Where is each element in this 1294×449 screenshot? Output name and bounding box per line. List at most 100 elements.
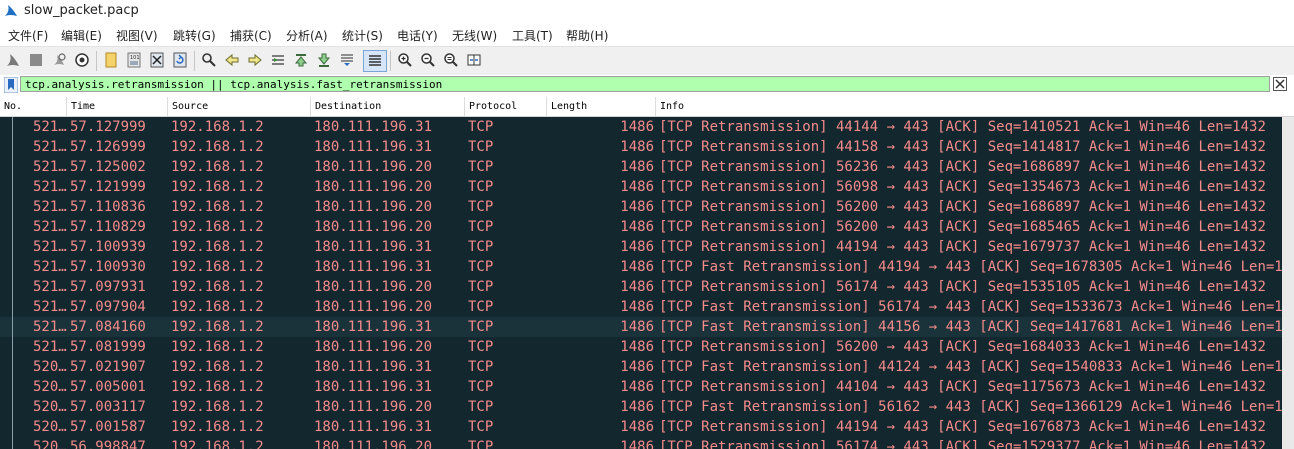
- packet-destination: 180.111.196.20: [314, 399, 433, 415]
- packet-destination: 180.111.196.20: [314, 179, 433, 195]
- menu-tools[interactable]: 工具(T): [512, 27, 553, 44]
- go-forward-icon[interactable]: [246, 51, 264, 69]
- table-row[interactable]: 520… 57.003117 192.168.1.2 180.111.196.20 TC…: [0, 397, 1294, 417]
- clear-filter-icon[interactable]: [1273, 77, 1287, 91]
- capture-options-icon[interactable]: [73, 51, 91, 69]
- save-file-icon[interactable]: 101: [125, 51, 143, 69]
- table-row[interactable]: 521… 57.097904 192.168.1.2 180.111.196.20 TC…: [0, 297, 1294, 317]
- packet-time: 57.110829: [70, 219, 146, 235]
- start-capture-icon[interactable]: [4, 51, 22, 69]
- packet-source: 192.168.1.2: [171, 359, 264, 375]
- go-first-packet-icon[interactable]: [292, 51, 310, 69]
- column-header-destination[interactable]: Destination: [311, 97, 465, 116]
- packet-length: 1486: [620, 199, 654, 215]
- menu-analyze[interactable]: 分析(A): [286, 27, 328, 44]
- table-row[interactable]: 521… 57.126999 192.168.1.2 180.111.196.31 TC…: [0, 137, 1294, 157]
- menu-bar: 文件(F) 编辑(E) 视图(V) 跳转(G) 捕获(C) 分析(A) 统计(S…: [0, 24, 1294, 46]
- packet-info: [TCP Retransmission] 44104 → 443 [ACK] S…: [659, 379, 1266, 395]
- menu-telephony[interactable]: 电话(Y): [397, 27, 438, 44]
- table-row[interactable]: 521… 57.121999 192.168.1.2 180.111.196.20 TC…: [0, 177, 1294, 197]
- packet-destination: 180.111.196.31: [314, 419, 433, 435]
- packet-info: [TCP Fast Retransmission] 44194 → 443 [A…: [659, 259, 1294, 275]
- column-header-info[interactable]: Info: [656, 97, 1294, 116]
- packet-info: [TCP Retransmission] 56098 → 443 [ACK] S…: [659, 179, 1266, 195]
- display-filter-input[interactable]: tcp.analysis.retransmission || tcp.analy…: [20, 76, 1270, 92]
- column-header-length[interactable]: Length: [547, 97, 656, 116]
- packet-destination: 180.111.196.20: [314, 279, 433, 295]
- reload-file-icon[interactable]: [171, 51, 189, 69]
- packet-protocol: TCP: [468, 319, 494, 335]
- menu-go[interactable]: 跳转(G): [173, 27, 216, 44]
- column-header-source[interactable]: Source: [168, 97, 311, 116]
- open-file-icon[interactable]: [102, 51, 120, 69]
- packet-destination: 180.111.196.20: [314, 439, 433, 449]
- packet-info: [TCP Retransmission] 44194 → 443 [ACK] S…: [659, 239, 1266, 255]
- menu-edit[interactable]: 编辑(E): [61, 27, 102, 44]
- table-row[interactable]: 521… 57.100930 192.168.1.2 180.111.196.31 TC…: [0, 257, 1294, 277]
- packet-source: 192.168.1.2: [171, 119, 264, 135]
- packet-protocol: TCP: [468, 179, 494, 195]
- table-row[interactable]: 520… 57.005001 192.168.1.2 180.111.196.31 TC…: [0, 377, 1294, 397]
- packet-time: 57.100939: [70, 239, 146, 255]
- zoom-out-icon[interactable]: [419, 51, 437, 69]
- packet-length: 1486: [620, 259, 654, 275]
- table-row[interactable]: 521… 57.110836 192.168.1.2 180.111.196.20 TC…: [0, 197, 1294, 217]
- packet-length: 1486: [620, 339, 654, 355]
- resize-columns-icon[interactable]: [465, 51, 483, 69]
- table-row[interactable]: 521… 57.097931 192.168.1.2 180.111.196.20 TC…: [0, 277, 1294, 297]
- conversation-line: [12, 437, 13, 449]
- menu-statistics[interactable]: 统计(S): [342, 27, 383, 44]
- packet-list[interactable]: 520… 56.998847 192.168.1.2 180.111.196.20 TC…: [0, 117, 1294, 449]
- packet-length: 1486: [620, 299, 654, 315]
- normal-size-icon[interactable]: [442, 51, 460, 69]
- packet-time: 57.084160: [70, 319, 146, 335]
- table-row[interactable]: 520… 57.021907 192.168.1.2 180.111.196.31 TC…: [0, 357, 1294, 377]
- table-row[interactable]: 521… 57.125002 192.168.1.2 180.111.196.20 TC…: [0, 157, 1294, 177]
- menu-wireless[interactable]: 无线(W): [452, 27, 497, 44]
- table-row[interactable]: 521… 57.081999 192.168.1.2 180.111.196.20 TC…: [0, 337, 1294, 357]
- menu-file[interactable]: 文件(F): [8, 27, 48, 44]
- packet-list-header: No. Time Source Destination Protocol Len…: [0, 97, 1294, 117]
- close-file-icon[interactable]: [148, 51, 166, 69]
- packet-number: 520…: [33, 379, 67, 395]
- column-header-protocol[interactable]: Protocol: [465, 97, 547, 116]
- restart-capture-icon[interactable]: [50, 51, 68, 69]
- packet-info: [TCP Retransmission] 44144 → 443 [ACK] S…: [659, 119, 1266, 135]
- zoom-in-icon[interactable]: [396, 51, 414, 69]
- conversation-line: [12, 377, 13, 397]
- menu-capture[interactable]: 捕获(C): [230, 27, 272, 44]
- table-row[interactable]: 521… 57.084160 192.168.1.2 180.111.196.31 TC…: [0, 317, 1294, 337]
- find-packet-icon[interactable]: [200, 51, 218, 69]
- packet-protocol: TCP: [468, 359, 494, 375]
- packet-protocol: TCP: [468, 439, 494, 449]
- conversation-line: [12, 297, 13, 317]
- packet-length: 1486: [620, 359, 654, 375]
- packet-protocol: TCP: [468, 159, 494, 175]
- packet-number: 521…: [33, 119, 67, 135]
- menu-help[interactable]: 帮助(H): [566, 27, 608, 44]
- packet-length: 1486: [620, 219, 654, 235]
- table-row[interactable]: 521… 57.127999 192.168.1.2 180.111.196.31 TC…: [0, 117, 1294, 137]
- packet-number: 521…: [33, 199, 67, 215]
- column-header-time[interactable]: Time: [67, 97, 168, 116]
- vertical-scrollbar[interactable]: [1282, 117, 1294, 449]
- table-row[interactable]: 521… 57.100939 192.168.1.2 180.111.196.31 TC…: [0, 237, 1294, 257]
- menu-view[interactable]: 视图(V): [116, 27, 158, 44]
- table-row[interactable]: 521… 57.110829 192.168.1.2 180.111.196.20 TC…: [0, 217, 1294, 237]
- filter-bookmark-icon[interactable]: [4, 77, 18, 93]
- go-to-packet-icon[interactable]: [269, 51, 287, 69]
- table-row[interactable]: 520… 57.001587 192.168.1.2 180.111.196.31 TC…: [0, 417, 1294, 437]
- auto-scroll-icon[interactable]: [338, 51, 356, 69]
- column-header-no[interactable]: No.: [0, 97, 67, 116]
- colorize-icon[interactable]: [363, 50, 387, 72]
- packet-source: 192.168.1.2: [171, 399, 264, 415]
- table-row[interactable]: 520… 56.998847 192.168.1.2 180.111.196.20 TC…: [0, 437, 1294, 449]
- svg-text:101: 101: [130, 55, 140, 61]
- go-last-packet-icon[interactable]: [315, 51, 333, 69]
- go-back-icon[interactable]: [223, 51, 241, 69]
- stop-capture-icon[interactable]: [27, 51, 45, 69]
- packet-length: 1486: [620, 239, 654, 255]
- packet-protocol: TCP: [468, 279, 494, 295]
- conversation-line: [12, 197, 13, 217]
- packet-length: 1486: [620, 419, 654, 435]
